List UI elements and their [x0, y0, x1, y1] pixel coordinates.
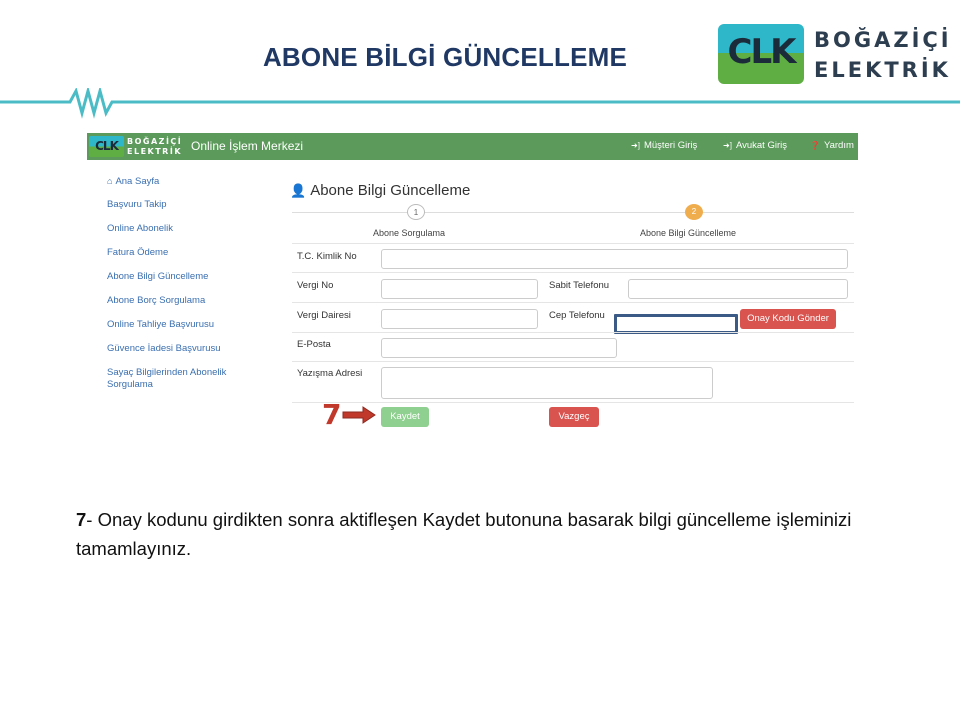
wizard-steps: 1 2 Abone Sorgulama Abone Bilgi Güncelle… — [292, 203, 854, 243]
musteri-giris-label: Müşteri Giriş — [643, 140, 698, 151]
sidebar-item-label: Online Tahliye Başvurusu — [107, 319, 215, 330]
logo-line-1: BOĞAZİÇİ — [814, 28, 952, 52]
kaydet-button[interactable]: Kaydet — [381, 407, 429, 427]
site-sidebar: ⌂ Ana Sayfa Başvuru Takip Online Abonelik… — [107, 175, 267, 397]
sign-in-icon: ➜] — [723, 141, 732, 150]
logo-badge-text: CLK — [727, 32, 797, 72]
website-screenshot: CLK BOĞAZİÇİ ELEKTRİK Online İşlem Merke… — [87, 133, 858, 433]
form-row-vergi-no: Vergi No Sabit Telefonu — [292, 272, 854, 302]
sidebar-item-label: Sayaç Bilgilerinden Abonelik Sorgulama — [107, 367, 227, 390]
header-divider-line — [0, 88, 960, 119]
site-logo-line-2: ELEKTRİK — [127, 147, 183, 156]
company-logo: CLK BOĞAZİÇİ ELEKTRİK — [718, 24, 950, 86]
yardim-label: Yardım — [823, 140, 854, 151]
cep-telefon-label: Cep Telefonu — [549, 310, 605, 321]
yazisma-adresi-label: Yazışma Adresi — [297, 368, 363, 379]
sidebar-item-label: Online Abonelik — [107, 223, 174, 234]
instruction-step-number: 7 — [76, 509, 87, 530]
step-callout-number: 7 — [322, 398, 342, 431]
user-icon: 👤 — [290, 183, 307, 198]
musteri-giris-link[interactable]: ➜] Müşteri Giriş — [631, 140, 697, 151]
form-title-text: Abone Bilgi Güncelleme — [310, 182, 471, 199]
slide-title: ABONE BİLGİ GÜNCELLEME — [262, 42, 628, 72]
tc-kimlik-label: T.C. Kimlik No — [297, 251, 357, 262]
sidebar-item-online-tahliye[interactable]: Online Tahliye Başvurusu — [107, 319, 267, 343]
sidebar-item-label: Abone Borç Sorgulama — [107, 295, 206, 306]
sidebar-item-abone-bilgi-guncelleme[interactable]: Abone Bilgi Güncelleme — [107, 271, 267, 295]
vergi-dairesi-input[interactable] — [381, 309, 538, 329]
sidebar-item-abone-borc-sorgulama[interactable]: Abone Borç Sorgulama — [107, 295, 267, 319]
sidebar-item-label: Başvuru Takip — [107, 199, 167, 210]
site-topbar: CLK BOĞAZİÇİ ELEKTRİK Online İşlem Merke… — [87, 133, 858, 160]
sidebar-item-label: Güvence İadesi Başvurusu — [107, 343, 221, 354]
form-title: 👤 Abone Bilgi Güncelleme — [290, 182, 470, 199]
logo-line-2: ELEKTRİK — [814, 58, 951, 82]
steps-line — [292, 212, 854, 213]
sidebar-item-guvence-iadesi[interactable]: Güvence İadesi Başvurusu — [107, 343, 267, 367]
form-row-tc: T.C. Kimlik No — [292, 243, 854, 272]
site-logo-line-1: BOĞAZİÇİ — [127, 137, 183, 146]
sidebar-item-label: Abone Bilgi Güncelleme — [107, 271, 209, 282]
onay-kodu-gonder-button[interactable]: Onay Kodu Gönder — [740, 309, 836, 329]
sabit-telefon-input[interactable] — [628, 279, 848, 299]
yazisma-adresi-textarea[interactable] — [381, 367, 713, 399]
vergi-no-label: Vergi No — [297, 280, 334, 291]
avukat-giris-label: Avukat Giriş — [735, 140, 787, 151]
vazgec-button[interactable]: Vazgeç — [549, 407, 599, 427]
sabit-telefon-label: Sabit Telefonu — [549, 280, 610, 291]
logo-badge: CLK — [718, 24, 804, 84]
sidebar-item-online-abonelik[interactable]: Online Abonelik — [107, 223, 267, 247]
step-2-indicator: 2 — [685, 204, 703, 220]
step-2-label: Abone Bilgi Güncelleme — [640, 228, 737, 238]
sidebar-item-ana-sayfa[interactable]: ⌂ Ana Sayfa — [107, 175, 267, 199]
callout-arrow-icon — [342, 406, 376, 424]
instruction-body: - Onay kodunu girdikten sonra aktifleşen… — [76, 509, 852, 559]
sidebar-item-label: Ana Sayfa — [115, 176, 160, 187]
tc-kimlik-input[interactable] — [381, 249, 848, 269]
form-row-adres: Yazışma Adresi — [292, 361, 854, 403]
site-logo-badge: CLK — [89, 136, 124, 157]
vergi-dairesi-label: Vergi Dairesi — [297, 310, 351, 321]
sidebar-item-fatura-odeme[interactable]: Fatura Ödeme — [107, 247, 267, 271]
question-circle-icon: ❓ — [810, 141, 820, 150]
site-title: Online İşlem Merkezi — [191, 139, 304, 153]
site-logo-badge-text: CLK — [95, 139, 119, 153]
cep-telefon-input[interactable] — [614, 314, 738, 334]
sidebar-item-basvuru-takip[interactable]: Başvuru Takip — [107, 199, 267, 223]
step-1-indicator: 1 — [407, 204, 425, 220]
site-logo[interactable]: CLK BOĞAZİÇİ ELEKTRİK — [89, 136, 183, 157]
vergi-no-input[interactable] — [381, 279, 538, 299]
sign-in-icon: ➜] — [631, 141, 640, 150]
form-row-vergi-dairesi: Vergi Dairesi Cep Telefonu Onay Kodu Gön… — [292, 302, 854, 334]
eposta-label: E-Posta — [297, 339, 331, 350]
instruction-text: 7- Onay kodunu girdikten sonra aktifleşe… — [76, 505, 916, 563]
sidebar-item-sayac-sorgulama[interactable]: Sayaç Bilgilerinden Abonelik Sorgulama — [107, 367, 247, 397]
step-1-label: Abone Sorgulama — [373, 228, 446, 238]
avukat-giris-link[interactable]: ➜] Avukat Giriş — [723, 140, 787, 151]
home-icon: ⌂ — [107, 176, 113, 186]
eposta-input[interactable] — [381, 338, 617, 358]
yardim-link[interactable]: ❓ Yardım — [810, 140, 854, 151]
form-row-eposta: E-Posta — [292, 332, 854, 361]
sidebar-item-label: Fatura Ödeme — [107, 247, 169, 258]
